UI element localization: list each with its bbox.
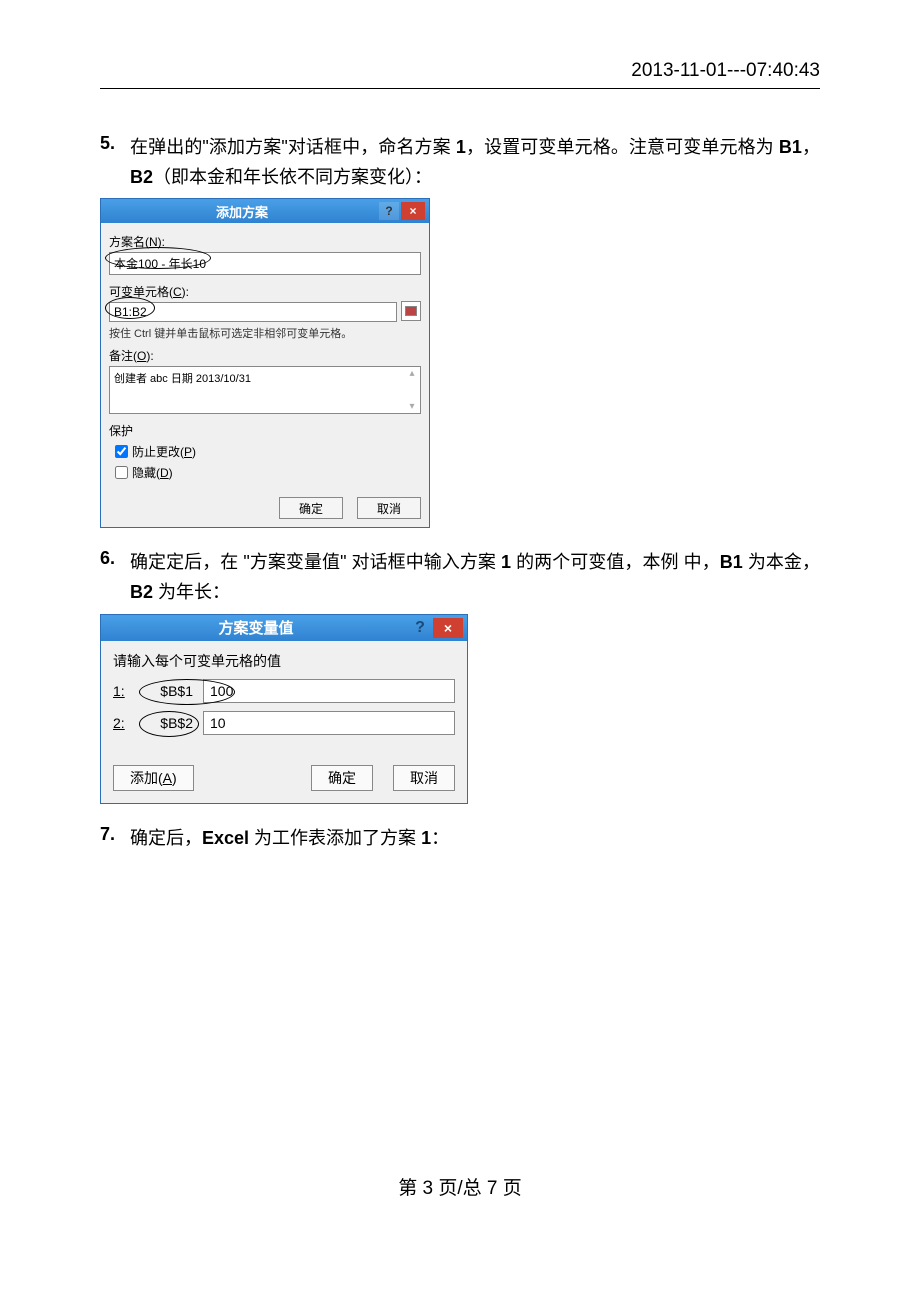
step-7: 7. 确定后，Excel 为工作表添加了方案 1： — [100, 824, 820, 854]
notes-label: 备注(O): — [109, 347, 421, 364]
header-timestamp: 2013-11-01---07:40:43 — [100, 60, 820, 89]
row-index: 2: — [113, 715, 135, 731]
page-footer: 第 3 页/总 7 页 — [100, 1173, 820, 1200]
changing-cells-input[interactable]: B1:B2 — [109, 302, 397, 322]
scenario-values-dialog: 方案变量值 ? × 请输入每个可变单元格的值 1: $B$1 100 — [100, 614, 468, 804]
dialog-titlebar: 添加方案 ? × — [101, 199, 429, 223]
prevent-changes-checkbox[interactable] — [115, 445, 128, 458]
dialog-title: 添加方案 — [105, 202, 379, 221]
help-button[interactable]: ? — [407, 618, 433, 638]
cancel-button[interactable]: 取消 — [393, 765, 455, 791]
help-button[interactable]: ? — [379, 202, 399, 220]
step-text: 确定后，Excel 为工作表添加了方案 1： — [130, 824, 820, 854]
step-5: 5. 在弹出的"添加方案"对话框中，命名方案 1，设置可变单元格。注意可变单元格… — [100, 133, 820, 528]
ok-button[interactable]: 确定 — [311, 765, 373, 791]
hide-checkbox[interactable] — [115, 466, 128, 479]
dialog-titlebar: 方案变量值 ? × — [101, 615, 467, 641]
range-picker-icon — [405, 306, 417, 316]
step-number: 6. — [100, 548, 130, 607]
add-button[interactable]: 添加(A) — [113, 765, 194, 791]
step-text: 在弹出的"添加方案"对话框中，命名方案 1，设置可变单元格。注意可变单元格为 B… — [130, 133, 820, 192]
close-button[interactable]: × — [433, 618, 463, 638]
step-number: 7. — [100, 824, 130, 854]
value-input[interactable]: 100 — [203, 679, 455, 703]
value-input[interactable]: 10 — [203, 711, 455, 735]
close-button[interactable]: × — [401, 202, 425, 220]
prevent-changes-checkbox-row[interactable]: 防止更改(P) — [115, 443, 421, 460]
step-number: 5. — [100, 133, 130, 192]
scenario-name-input[interactable]: 本金100 - 年长10 — [109, 252, 421, 275]
protect-group-label: 保护 — [109, 422, 421, 439]
cell-ref: $B$2 — [145, 715, 193, 731]
step-list: 5. 在弹出的"添加方案"对话框中，命名方案 1，设置可变单元格。注意可变单元格… — [100, 133, 820, 853]
variable-row: 1: $B$1 100 — [113, 679, 455, 703]
prompt-text: 请输入每个可变单元格的值 — [113, 651, 455, 671]
step-6: 6. 确定定后，在 "方案变量值" 对话框中输入方案 1 的两个可变值，本例 中… — [100, 548, 820, 803]
row-index: 1: — [113, 683, 135, 699]
cancel-button[interactable]: 取消 — [357, 497, 421, 519]
scenario-name-label: 方案名(N): — [109, 233, 421, 250]
variable-row: 2: $B$2 10 — [113, 711, 455, 735]
notes-textarea[interactable]: 创建者 abc 日期 2013/10/31 ▴▾ — [109, 366, 421, 414]
changing-cells-label: 可变单元格(C): — [109, 283, 421, 300]
hide-checkbox-row[interactable]: 隐藏(D) — [115, 464, 421, 481]
scroll-up-icon[interactable]: ▴ — [409, 368, 414, 379]
hint-text: 按住 Ctrl 键并单击鼠标可选定非相邻可变单元格。 — [109, 325, 421, 341]
scroll-down-icon[interactable]: ▾ — [409, 401, 414, 412]
step-text: 确定定后，在 "方案变量值" 对话框中输入方案 1 的两个可变值，本例 中，B1… — [130, 548, 820, 607]
dialog-title: 方案变量值 — [105, 617, 407, 638]
range-picker-button[interactable] — [401, 301, 421, 321]
ok-button[interactable]: 确定 — [279, 497, 343, 519]
add-scenario-dialog: 添加方案 ? × 方案名(N): 本金100 - 年长10 可 — [100, 198, 430, 528]
cell-ref: $B$1 — [145, 683, 193, 699]
